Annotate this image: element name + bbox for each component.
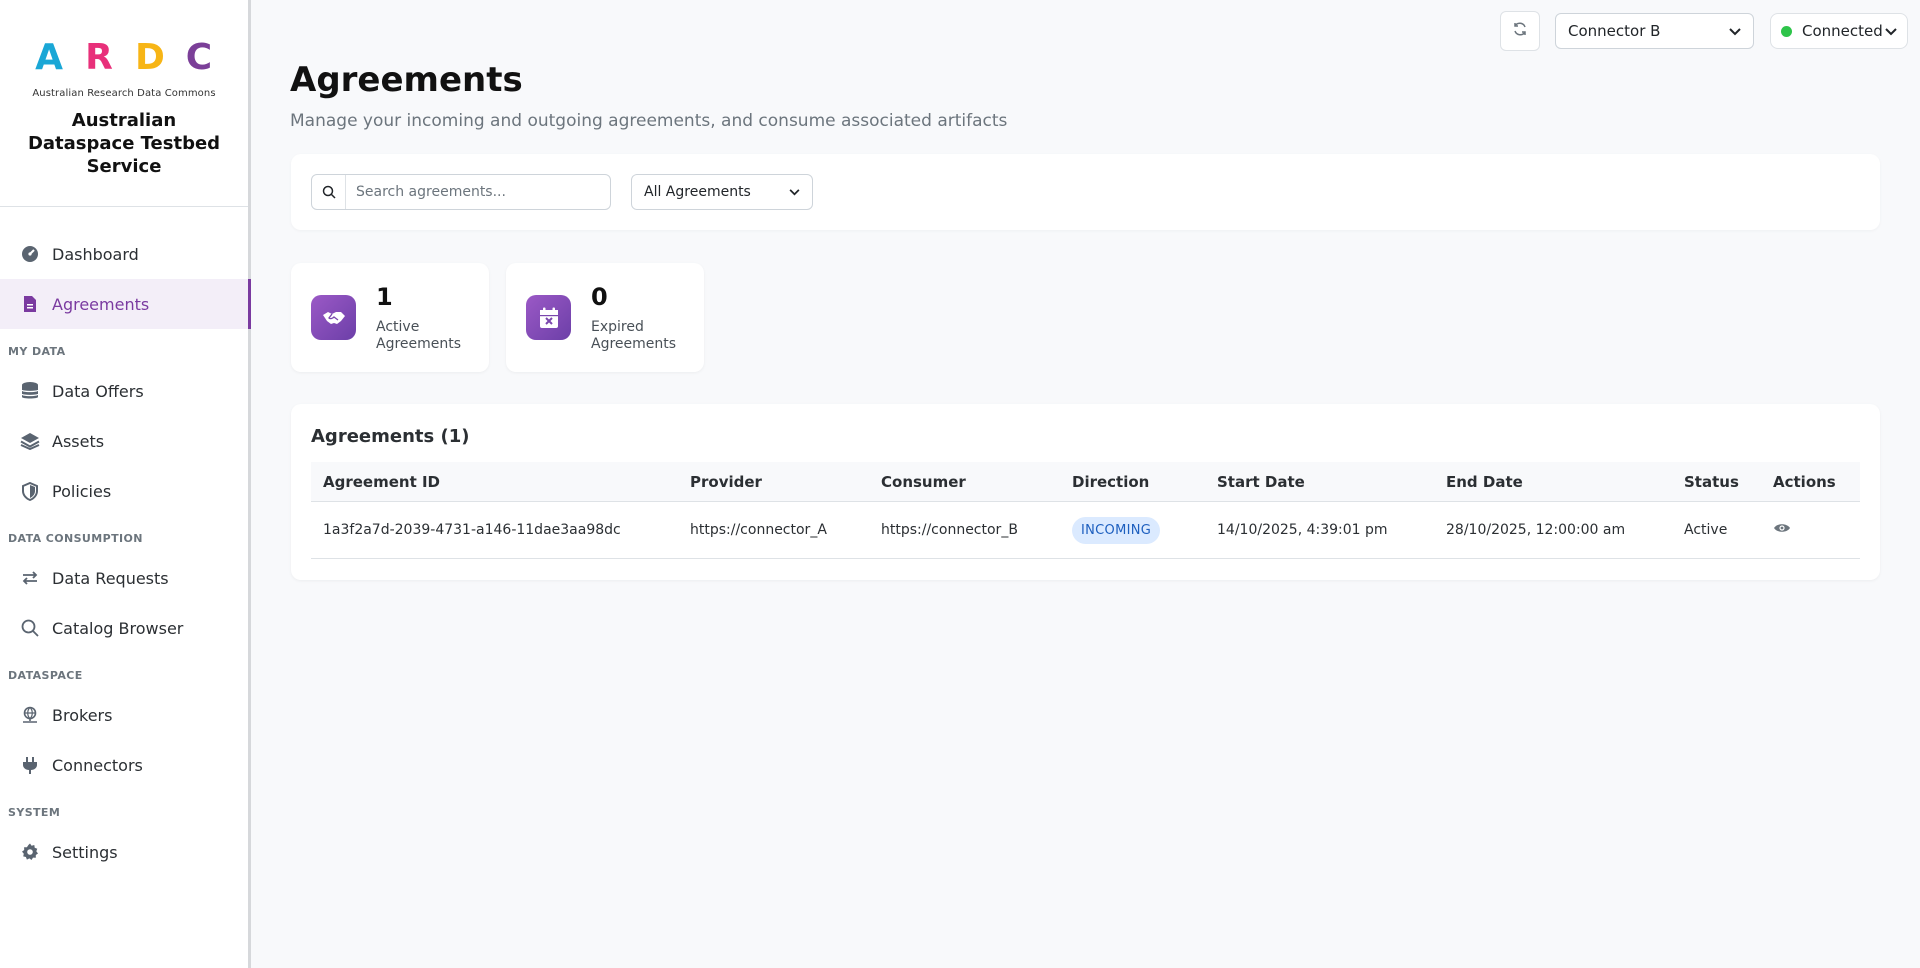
column-header-end-date[interactable]: End Date	[1434, 473, 1672, 491]
connector-select[interactable]: Connector B	[1555, 13, 1754, 49]
database-icon	[20, 381, 40, 401]
section-my-data: MY DATA	[8, 345, 66, 358]
logo-letter-d: D	[135, 37, 165, 78]
logo-subtitle: Australian Research Data Commons	[32, 88, 216, 99]
search-icon	[312, 175, 346, 209]
search-icon	[20, 618, 40, 638]
active-agreements-card: 1 Active Agreements	[291, 263, 489, 372]
active-agreements-count: 1	[376, 283, 393, 311]
agreements-table-card: Agreements (1) Agreement ID Provider Con…	[291, 404, 1880, 580]
logo-letter-a: A	[35, 37, 63, 78]
brand: A R D C Australian Research Data Commons…	[0, 0, 248, 207]
expired-agreements-card: 0 Expired Agreements	[506, 263, 704, 372]
cell-end-date: 28/10/2025, 12:00:00 am	[1446, 522, 1626, 538]
chevron-down-icon	[1885, 22, 1897, 40]
search-input[interactable]	[346, 184, 606, 200]
sidebar-item-assets[interactable]: Assets	[0, 416, 248, 466]
status-label: Connected	[1802, 22, 1883, 40]
ardc-logo: A R D C	[0, 40, 248, 76]
agreements-table: Agreement ID Provider Consumer Direction…	[311, 462, 1860, 559]
chevron-down-icon	[789, 184, 800, 200]
column-header-provider[interactable]: Provider	[678, 473, 869, 491]
expired-agreements-label: Expired Agreements	[591, 319, 677, 352]
sidebar-item-label: Data Requests	[52, 568, 169, 588]
logo-letter-r: R	[85, 37, 113, 78]
sidebar-item-label: Agreements	[52, 294, 150, 314]
cell-agreement-id: 1a3f2a7d-2039-4731-a146-11dae3aa98dc	[323, 522, 621, 538]
connector-select-value: Connector B	[1568, 22, 1661, 40]
sidebar-item-label: Data Offers	[52, 381, 144, 401]
eye-icon[interactable]	[1773, 522, 1791, 538]
sidebar-item-label: Dashboard	[52, 244, 139, 264]
column-header-direction[interactable]: Direction	[1060, 473, 1205, 491]
cell-start-date: 14/10/2025, 4:39:01 pm	[1217, 522, 1388, 538]
table-title: Agreements (1)	[311, 426, 470, 447]
direction-badge: INCOMING	[1072, 516, 1161, 544]
column-header-status[interactable]: Status	[1672, 473, 1761, 491]
sidebar-item-policies[interactable]: Policies	[0, 466, 248, 516]
status-dot	[1781, 25, 1792, 37]
expired-agreements-count: 0	[591, 283, 608, 311]
gauge-icon	[20, 244, 40, 264]
filter-card: All Agreements	[291, 154, 1880, 230]
document-icon	[20, 294, 40, 314]
sidebar-item-settings[interactable]: Settings	[0, 827, 248, 877]
cell-status: Active	[1684, 522, 1728, 538]
cell-actions	[1761, 522, 1860, 538]
column-header-agreement-id[interactable]: Agreement ID	[311, 473, 678, 491]
sidebar-item-data-offers[interactable]: Data Offers	[0, 366, 248, 416]
refresh-button[interactable]	[1500, 11, 1540, 51]
handshake-icon	[311, 295, 356, 340]
filter-select-value: All Agreements	[644, 184, 751, 200]
app-title: Australian Dataspace Testbed Service	[27, 110, 221, 177]
sidebar-item-data-requests[interactable]: Data Requests	[0, 553, 248, 603]
sidebar-item-agreements[interactable]: Agreements	[0, 279, 251, 329]
agreement-filter-select[interactable]: All Agreements	[631, 174, 813, 210]
column-header-start-date[interactable]: Start Date	[1205, 473, 1434, 491]
arrows-exchange-icon	[20, 568, 40, 588]
cell-direction: INCOMING	[1060, 516, 1205, 544]
sidebar-item-connectors[interactable]: Connectors	[0, 740, 248, 790]
sidebar-item-dashboard[interactable]: Dashboard	[0, 229, 248, 279]
calendar-x-icon	[526, 295, 571, 340]
page-title: Agreements	[290, 60, 523, 100]
gear-icon	[20, 842, 40, 862]
column-header-actions: Actions	[1773, 472, 1836, 491]
sidebar-item-label: Policies	[52, 481, 112, 501]
cell-consumer: https://connector_B	[881, 522, 1018, 538]
section-system: SYSTEM	[8, 806, 61, 819]
connection-status-dropdown[interactable]: Connected	[1770, 13, 1908, 49]
shield-icon	[20, 481, 40, 501]
sidebar-item-brokers[interactable]: Brokers	[0, 690, 248, 740]
sidebar-item-label: Catalog Browser	[52, 618, 184, 638]
refresh-icon	[1512, 21, 1528, 41]
plug-icon	[20, 755, 40, 775]
chevron-down-icon	[1729, 22, 1741, 40]
sidebar-item-label: Assets	[52, 431, 105, 451]
table-header: Agreement ID Provider Consumer Direction…	[311, 462, 1860, 502]
section-dataspace: DATASPACE	[8, 669, 83, 682]
sidebar-item-label: Brokers	[52, 705, 113, 725]
logo-letter-c: C	[185, 37, 213, 78]
column-header-consumer[interactable]: Consumer	[869, 473, 1060, 491]
layers-icon	[20, 431, 40, 451]
network-icon	[20, 705, 40, 725]
sidebar-item-catalog-browser[interactable]: Catalog Browser	[0, 603, 248, 653]
table-row[interactable]: 1a3f2a7d-2039-4731-a146-11dae3aa98dc htt…	[311, 502, 1860, 559]
search-box	[311, 174, 611, 210]
section-data-consumption: DATA CONSUMPTION	[8, 532, 143, 545]
sidebar-nav: Dashboard Agreements MY DATA Data Offers…	[0, 207, 251, 877]
sidebar: A R D C Australian Research Data Commons…	[0, 0, 251, 968]
cell-provider: https://connector_A	[690, 522, 827, 538]
sidebar-item-label: Settings	[52, 842, 118, 862]
page-subtitle: Manage your incoming and outgoing agreem…	[290, 111, 1008, 131]
active-agreements-label: Active Agreements	[376, 319, 462, 352]
sidebar-item-label: Connectors	[52, 755, 143, 775]
